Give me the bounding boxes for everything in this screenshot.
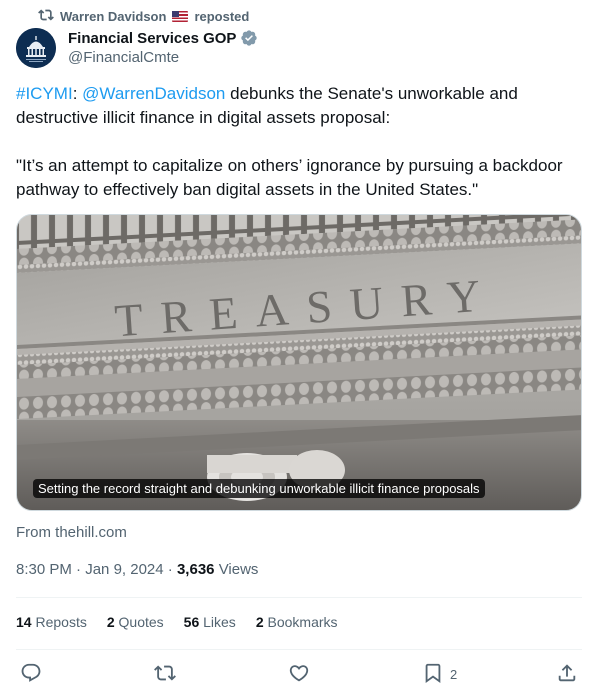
bookmark-button[interactable]: 2: [422, 662, 457, 687]
engagement-stats: 14 Reposts 2 Quotes 56 Likes 2 Bookmarks: [16, 614, 338, 630]
repost-user[interactable]: Warren Davidson: [60, 9, 166, 24]
divider: [16, 649, 582, 650]
bookmarks-stat[interactable]: 2 Bookmarks: [256, 614, 338, 630]
retweet-icon: [154, 662, 176, 687]
source-domain[interactable]: thehill.com: [55, 524, 127, 541]
tweet-colon: :: [72, 84, 78, 103]
heart-icon: [288, 662, 310, 687]
source-link[interactable]: From thehill.com: [16, 524, 127, 541]
likes-stat[interactable]: 56 Likes: [184, 614, 236, 630]
tweet-time[interactable]: 8:30 PM: [16, 561, 72, 578]
source-prefix: From: [16, 524, 56, 541]
retweet-button[interactable]: [154, 662, 176, 687]
share-icon: [556, 662, 578, 687]
divider: [16, 597, 582, 598]
author-name-row: Financial Services GOP: [68, 28, 258, 48]
likes-label: Likes: [203, 614, 236, 630]
tweet-date[interactable]: Jan 9, 2024: [85, 561, 163, 578]
likes-count: 56: [183, 614, 200, 630]
bookmarks-count: 2: [255, 614, 264, 630]
quotes-stat[interactable]: 2 Quotes: [107, 614, 164, 630]
repost-indicator[interactable]: Warren Davidson reposted: [38, 7, 249, 25]
bookmark-count: 2: [450, 667, 458, 682]
reposts-count: 14: [16, 614, 32, 630]
reposts-stat[interactable]: 14 Reposts: [16, 614, 87, 630]
author-block: Financial Services GOP @FinancialCmte: [68, 28, 258, 68]
mention-link[interactable]: @WarrenDavidson: [82, 84, 225, 103]
reposts-label: Reposts: [35, 614, 87, 630]
bookmark-icon: [422, 662, 444, 687]
tweet-text: #ICYMI: @WarrenDavidson debunks the Sena…: [16, 82, 582, 226]
author-name[interactable]: Financial Services GOP: [68, 30, 236, 47]
quotes-count: 2: [106, 614, 115, 630]
action-bar: 2: [16, 662, 582, 688]
like-button[interactable]: [288, 662, 310, 687]
reply-button[interactable]: [20, 662, 42, 687]
quotes-label: Quotes: [118, 614, 164, 630]
avatar[interactable]: [16, 28, 56, 68]
tweet-paragraph: #ICYMI: @WarrenDavidson debunks the Sena…: [16, 82, 582, 130]
views-count: 3,636: [176, 561, 215, 578]
views-label: Views: [218, 561, 259, 578]
hashtag-link[interactable]: #ICYMI: [16, 84, 73, 103]
repost-icon: [38, 7, 54, 26]
reply-icon: [20, 662, 42, 687]
bookmarks-label: Bookmarks: [267, 614, 338, 630]
repost-label: reposted: [194, 8, 250, 24]
tweet-quote: "It’s an attempt to capitalize on others…: [16, 156, 563, 199]
author-handle[interactable]: @FinancialCmte: [68, 48, 258, 68]
link-card-image[interactable]: TREASURY Setting the record straight and…: [16, 214, 582, 511]
link-card-title[interactable]: Setting the record straight and debunkin…: [33, 479, 485, 498]
tweet-meta: 8:30 PM · Jan 9, 2024 · 3,636 Views: [16, 561, 259, 578]
verified-badge-icon[interactable]: [240, 29, 258, 47]
share-button[interactable]: [556, 662, 578, 687]
us-flag-icon: [172, 10, 189, 22]
